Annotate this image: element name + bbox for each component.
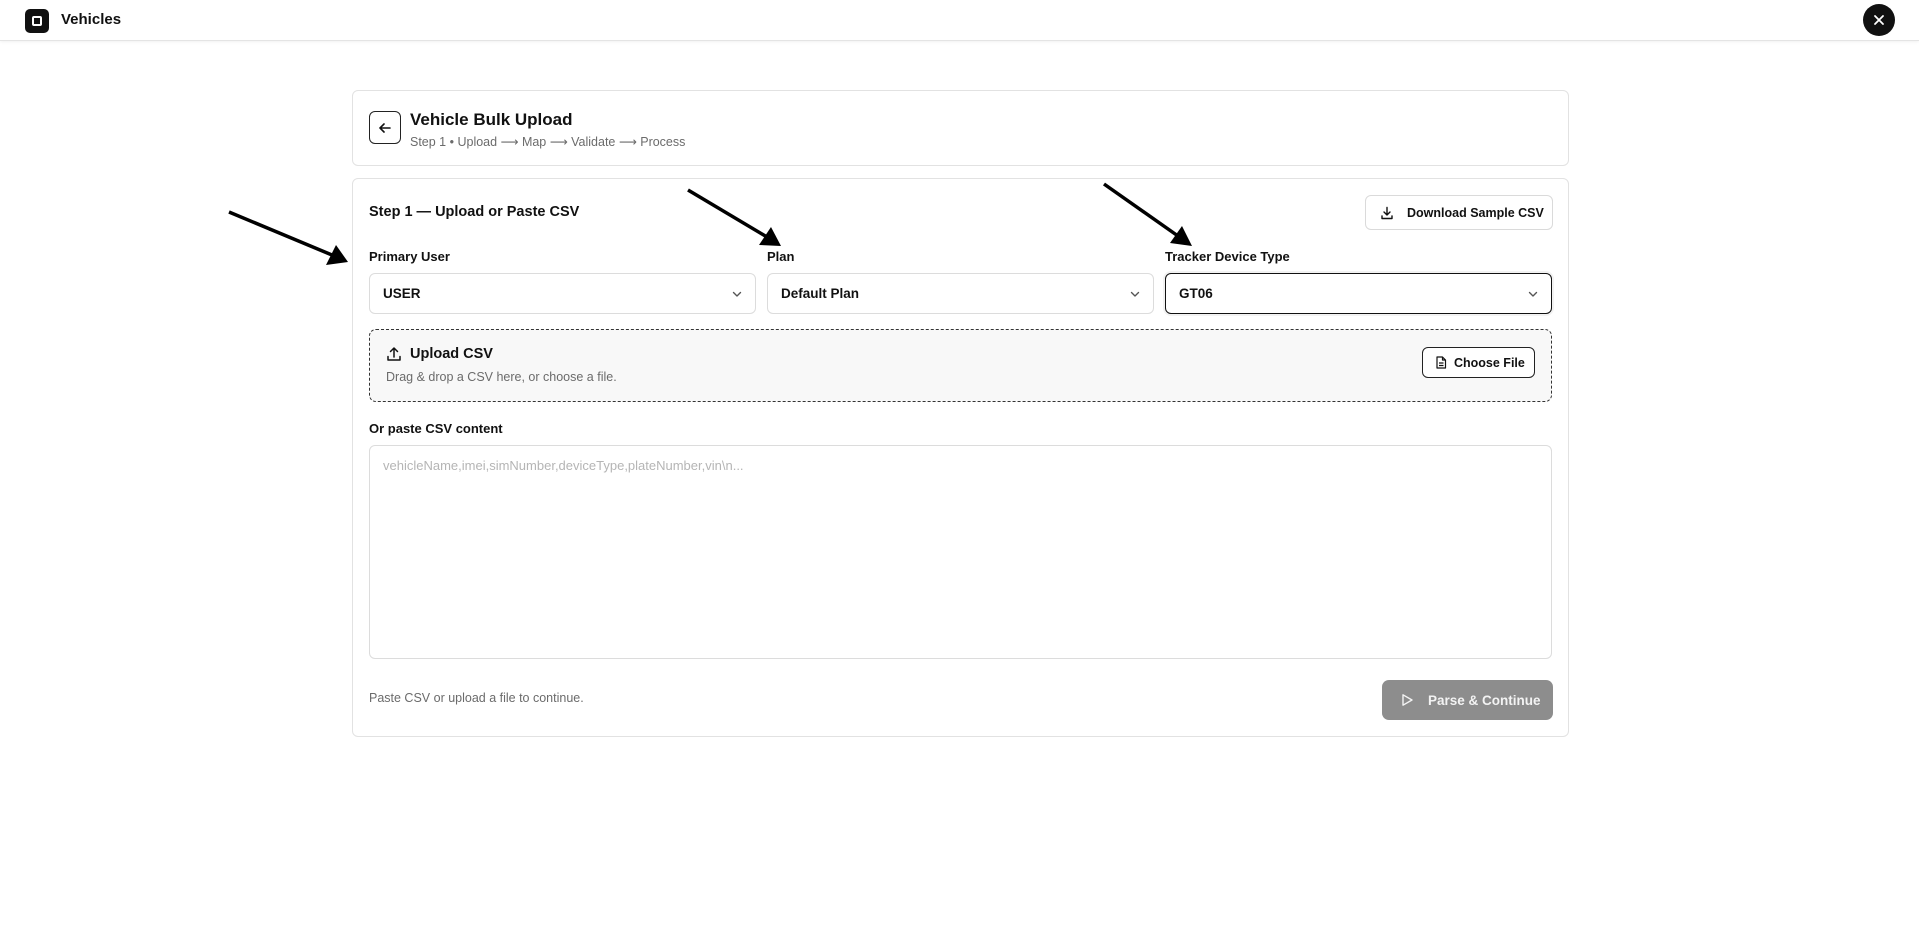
choose-file-label: Choose File (1454, 355, 1525, 370)
choose-file-button[interactable]: Choose File (1422, 347, 1535, 378)
arrow-primary-user (228, 210, 348, 265)
header-card: Vehicle Bulk Upload Step 1 • Upload ⟶ Ma… (352, 90, 1569, 166)
tracker-device-type-label: Tracker Device Type (1165, 249, 1290, 264)
primary-user-label: Primary User (369, 249, 450, 264)
dropzone-subtitle: Drag & drop a CSV here, or choose a file… (386, 370, 617, 384)
back-button[interactable] (369, 111, 401, 144)
plan-value: Default Plan (781, 286, 860, 301)
play-icon (1402, 694, 1413, 706)
plan-select[interactable]: Default Plan (767, 273, 1154, 314)
primary-user-select[interactable]: USER (369, 273, 756, 314)
continue-hint: Paste CSV or upload a file to continue. (369, 691, 584, 705)
primary-user-value: USER (383, 286, 421, 301)
paste-csv-label: Or paste CSV content (369, 421, 503, 436)
upload-icon (387, 347, 401, 361)
tracker-device-type-select[interactable]: GT06 (1165, 273, 1552, 314)
page-subtitle: Step 1 • Upload ⟶ Map ⟶ Validate ⟶ Proce… (410, 135, 686, 149)
paste-csv-textarea[interactable] (369, 445, 1552, 659)
download-icon (1381, 206, 1393, 219)
close-button[interactable] (1863, 4, 1895, 36)
square-logo-icon (25, 9, 49, 33)
tracker-device-type-value: GT06 (1179, 286, 1213, 301)
parse-continue-label: Parse & Continue (1428, 692, 1541, 708)
file-icon (1436, 356, 1447, 369)
parse-continue-button[interactable]: Parse & Continue (1382, 680, 1553, 720)
csv-dropzone[interactable]: Upload CSV Drag & drop a CSV here, or ch… (369, 329, 1552, 402)
download-sample-csv-label: Download Sample CSV (1407, 205, 1544, 220)
app-title: Vehicles (61, 11, 122, 28)
section-title: Step 1 — Upload or Paste CSV (369, 204, 580, 220)
top-bar: Vehicles (0, 0, 1919, 41)
close-icon (1874, 15, 1884, 25)
chevron-down-icon (1528, 291, 1538, 297)
chevron-down-icon (1130, 291, 1140, 297)
arrow-left-icon (379, 122, 391, 133)
download-sample-csv-button[interactable]: Download Sample CSV (1365, 195, 1553, 230)
page-title: Vehicle Bulk Upload (410, 110, 573, 129)
chevron-down-icon (732, 291, 742, 297)
upload-step-card: Step 1 — Upload or Paste CSV Download Sa… (352, 178, 1569, 737)
dropzone-title: Upload CSV (410, 346, 493, 362)
plan-label: Plan (767, 249, 795, 264)
